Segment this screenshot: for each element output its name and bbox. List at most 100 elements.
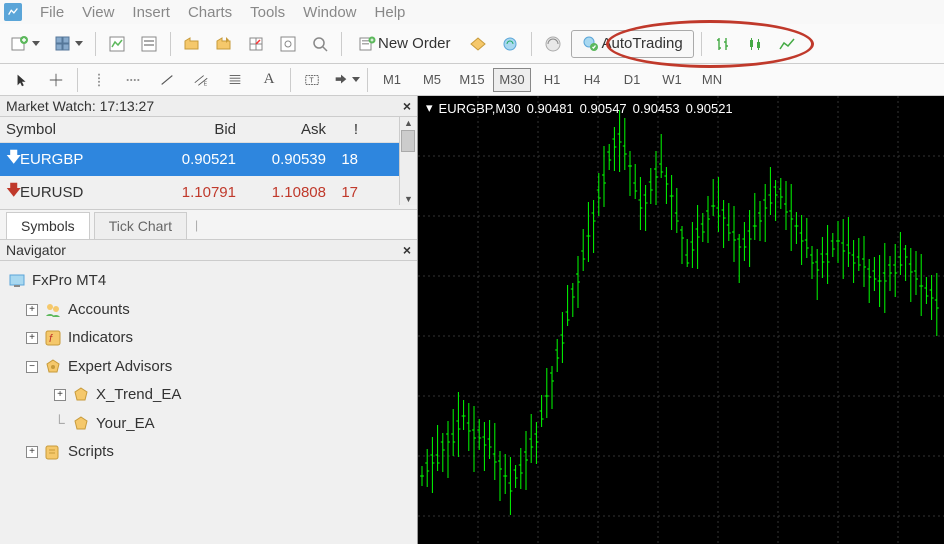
market-watch-row[interactable]: 🡇 EURUSD 1.10791 1.10808 17	[0, 176, 399, 209]
strategy-tester-toggle[interactable]	[242, 30, 270, 58]
close-icon[interactable]: ×	[403, 242, 411, 258]
menu-insert[interactable]: Insert	[132, 4, 170, 21]
tree-ea-item[interactable]: + X_Trend_EA	[8, 381, 409, 410]
menu-charts[interactable]: Charts	[188, 4, 232, 21]
expand-icon[interactable]: +	[54, 389, 66, 401]
market-watch-header: Market Watch: 17:13:27 ×	[0, 96, 417, 117]
signals-button[interactable]	[496, 30, 524, 58]
market-watch-columns: Symbol Bid Ask !	[0, 117, 399, 143]
menubar: File View Insert Charts Tools Window Hel…	[0, 0, 944, 24]
col-bid[interactable]: Bid	[146, 121, 236, 138]
ea-icon	[72, 386, 90, 404]
ask-value: 1.10808	[236, 184, 326, 201]
text-tool[interactable]: A	[253, 67, 285, 93]
timeframe-m1[interactable]: M1	[373, 68, 411, 92]
timeframe-m15[interactable]: M15	[453, 68, 491, 92]
new-order-label: New Order	[378, 35, 451, 52]
scroll-up-icon[interactable]: ▲	[400, 117, 417, 129]
scrollbar[interactable]: ▲ ▼	[399, 117, 417, 205]
col-symbol[interactable]: Symbol	[6, 121, 146, 138]
market-watch-toggle[interactable]	[103, 30, 131, 58]
symbol-name: EURGBP	[20, 151, 146, 168]
menu-view[interactable]: View	[82, 4, 114, 21]
fullscreen-button[interactable]	[306, 30, 334, 58]
tree-connector: └	[54, 410, 66, 439]
tab-tick-chart[interactable]: Tick Chart	[94, 212, 187, 239]
candle-chart-button[interactable]	[741, 30, 769, 58]
scrollbar-thumb[interactable]	[401, 130, 415, 152]
timeframe-m5[interactable]: M5	[413, 68, 451, 92]
cursor-tool[interactable]	[6, 67, 38, 93]
scroll-down-icon[interactable]: ▼	[400, 193, 417, 205]
fibonacci-tool[interactable]	[219, 67, 251, 93]
expand-icon[interactable]: +	[26, 446, 38, 458]
separator	[341, 32, 342, 56]
new-chart-button[interactable]	[6, 30, 45, 58]
main-toolbar: New Order AutoTrading	[0, 24, 944, 64]
menu-tools[interactable]: Tools	[250, 4, 285, 21]
terminal-toggle[interactable]	[210, 30, 238, 58]
data-window-toggle[interactable]	[135, 30, 163, 58]
equidistant-channel-tool[interactable]: E	[185, 67, 217, 93]
expand-icon[interactable]: +	[26, 332, 38, 344]
timeframe-h4[interactable]: H4	[573, 68, 611, 92]
tree-accounts[interactable]: + Accounts	[8, 296, 409, 325]
bar-chart-button[interactable]	[709, 30, 737, 58]
tree-expert-advisors[interactable]: − Expert Advisors	[8, 353, 409, 382]
tree-label: FxPro MT4	[32, 267, 106, 296]
metaquotes-button[interactable]	[464, 30, 492, 58]
market-watch-title: Market Watch: 17:13:27	[6, 98, 154, 114]
tree-scripts[interactable]: + Scripts	[8, 438, 409, 467]
timeframe-d1[interactable]: D1	[613, 68, 651, 92]
timeframe-mn[interactable]: MN	[693, 68, 731, 92]
tree-label: Indicators	[68, 324, 133, 353]
close-icon[interactable]: ×	[403, 98, 411, 114]
navigator-toggle[interactable]	[178, 30, 206, 58]
auto-trading-button[interactable]: AutoTrading	[571, 30, 694, 58]
chart-panel[interactable]: ▾ EURGBP,M30 0.90481 0.90547 0.90453 0.9…	[418, 96, 944, 544]
spread-value: 18	[326, 151, 366, 168]
chevron-down-icon	[75, 41, 83, 46]
horizontal-line-tool[interactable]	[117, 67, 149, 93]
options-button[interactable]	[274, 30, 302, 58]
down-arrow-icon: 🡇	[6, 180, 20, 205]
tree-root[interactable]: FxPro MT4	[8, 267, 409, 296]
timeframe-h1[interactable]: H1	[533, 68, 571, 92]
accounts-icon	[44, 301, 62, 319]
chevron-down-icon	[32, 41, 40, 46]
enable-news-button[interactable]	[539, 30, 567, 58]
app-icon	[4, 3, 22, 21]
tree-indicators[interactable]: + f Indicators	[8, 324, 409, 353]
col-ask[interactable]: Ask	[236, 121, 326, 138]
line-chart-button[interactable]	[773, 30, 801, 58]
menu-file[interactable]: File	[40, 4, 64, 21]
arrows-tool[interactable]	[330, 67, 362, 93]
new-order-button[interactable]: New Order	[349, 30, 460, 58]
vertical-line-tool[interactable]	[83, 67, 115, 93]
separator	[77, 68, 78, 92]
tab-separator: |	[191, 218, 202, 232]
menu-help[interactable]: Help	[375, 4, 406, 21]
chevron-down-icon	[352, 77, 360, 82]
profiles-button[interactable]	[49, 30, 88, 58]
navigator-title: Navigator	[6, 242, 66, 258]
tab-symbols[interactable]: Symbols	[6, 212, 90, 239]
menu-window[interactable]: Window	[303, 4, 356, 21]
timeframe-m30[interactable]: M30	[493, 68, 531, 92]
trendline-tool[interactable]	[151, 67, 183, 93]
text-label-tool[interactable]: T	[296, 67, 328, 93]
chart-canvas[interactable]	[418, 96, 944, 544]
separator	[95, 32, 96, 56]
expand-icon[interactable]: +	[26, 304, 38, 316]
tree-label: Expert Advisors	[68, 353, 172, 382]
navigator-tree: FxPro MT4 + Accounts + f Indicators − Ex…	[0, 261, 417, 544]
tree-ea-item[interactable]: └ Your_EA	[8, 410, 409, 439]
indicators-icon: f	[44, 329, 62, 347]
col-excl[interactable]: !	[326, 121, 366, 138]
collapse-icon[interactable]: −	[26, 361, 38, 373]
crosshair-tool[interactable]	[40, 67, 72, 93]
market-watch-row[interactable]: 🡇 EURGBP 0.90521 0.90539 18	[0, 143, 399, 176]
ask-value: 0.90539	[236, 151, 326, 168]
timeframe-w1[interactable]: W1	[653, 68, 691, 92]
symbol-name: EURUSD	[20, 184, 146, 201]
